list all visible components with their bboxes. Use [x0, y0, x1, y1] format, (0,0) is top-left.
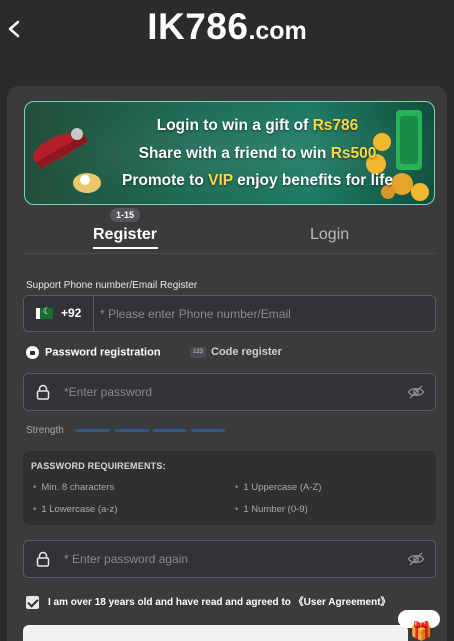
strength-segment — [76, 429, 110, 432]
lock-icon — [36, 551, 50, 567]
agreement-checkbox[interactable] — [26, 595, 39, 609]
code-register-option[interactable]: 123 Code register — [190, 346, 282, 358]
code-register-label: Code register — [211, 346, 282, 358]
pakistan-flag-icon — [36, 306, 53, 319]
active-tab-indicator — [93, 247, 158, 249]
brand-suffix: .com — [248, 17, 307, 45]
agreement-row: I am over 18 years old and have read and… — [26, 593, 391, 609]
password-input[interactable] — [60, 374, 390, 410]
banner-line-1: Login to win a gift of Rs786 — [156, 117, 359, 134]
requirement-item: 1 Lowercase (a-z) — [33, 504, 117, 515]
banner-line-2: Share with a friend to win Rs500 — [138, 145, 377, 162]
tab-login[interactable]: Login — [310, 226, 349, 244]
requirement-item: 1 Uppercase (A-Z) — [235, 482, 321, 493]
register-submit-button[interactable] — [23, 625, 408, 641]
strength-segment — [191, 429, 225, 432]
password-registration-label: Password registration — [45, 346, 161, 359]
brand-main: IK786 — [147, 6, 249, 47]
agreement-text[interactable]: I am over 18 years old and have read and… — [48, 597, 391, 608]
code-icon: 123 — [190, 346, 206, 358]
tabs-divider — [24, 253, 435, 254]
register-badge: 1-15 — [110, 208, 140, 222]
requirement-item: 1 Number (0-9) — [235, 504, 307, 515]
password-registration-option[interactable]: Password registration — [26, 346, 161, 359]
eye-off-icon[interactable] — [407, 384, 425, 400]
gift-icon[interactable]: 🎁 — [410, 622, 432, 640]
brand-logo: IK786.com — [0, 6, 454, 48]
strength-segment — [153, 429, 187, 432]
top-bar: IK786.com — [0, 0, 454, 58]
password-field — [23, 373, 436, 411]
strength-segment — [115, 429, 149, 432]
phone-email-input[interactable] — [96, 296, 435, 331]
requirements-title: PASSWORD REQUIREMENTS: — [31, 461, 166, 471]
country-code-selector[interactable]: +92 — [24, 296, 94, 331]
phone-field: +92 — [23, 295, 436, 332]
password-again-input[interactable] — [60, 541, 390, 577]
strength-label: Strength — [26, 425, 64, 436]
lock-radio-icon — [26, 346, 39, 359]
phone-email-label: Support Phone number/Email Register — [26, 280, 198, 291]
promo-banner[interactable]: Login to win a gift of Rs786 Share with … — [24, 101, 435, 205]
requirement-item: Min. 8 characters — [33, 482, 114, 493]
password-again-field — [23, 540, 436, 578]
country-code: +92 — [61, 306, 82, 320]
banner-line-3: Promote to VIP enjoy benefits for life — [121, 172, 394, 189]
password-requirements: PASSWORD REQUIREMENTS: Min. 8 characters… — [23, 451, 436, 525]
eye-off-icon[interactable] — [407, 551, 425, 567]
lock-icon — [36, 384, 50, 400]
tab-register[interactable]: Register — [93, 226, 157, 244]
